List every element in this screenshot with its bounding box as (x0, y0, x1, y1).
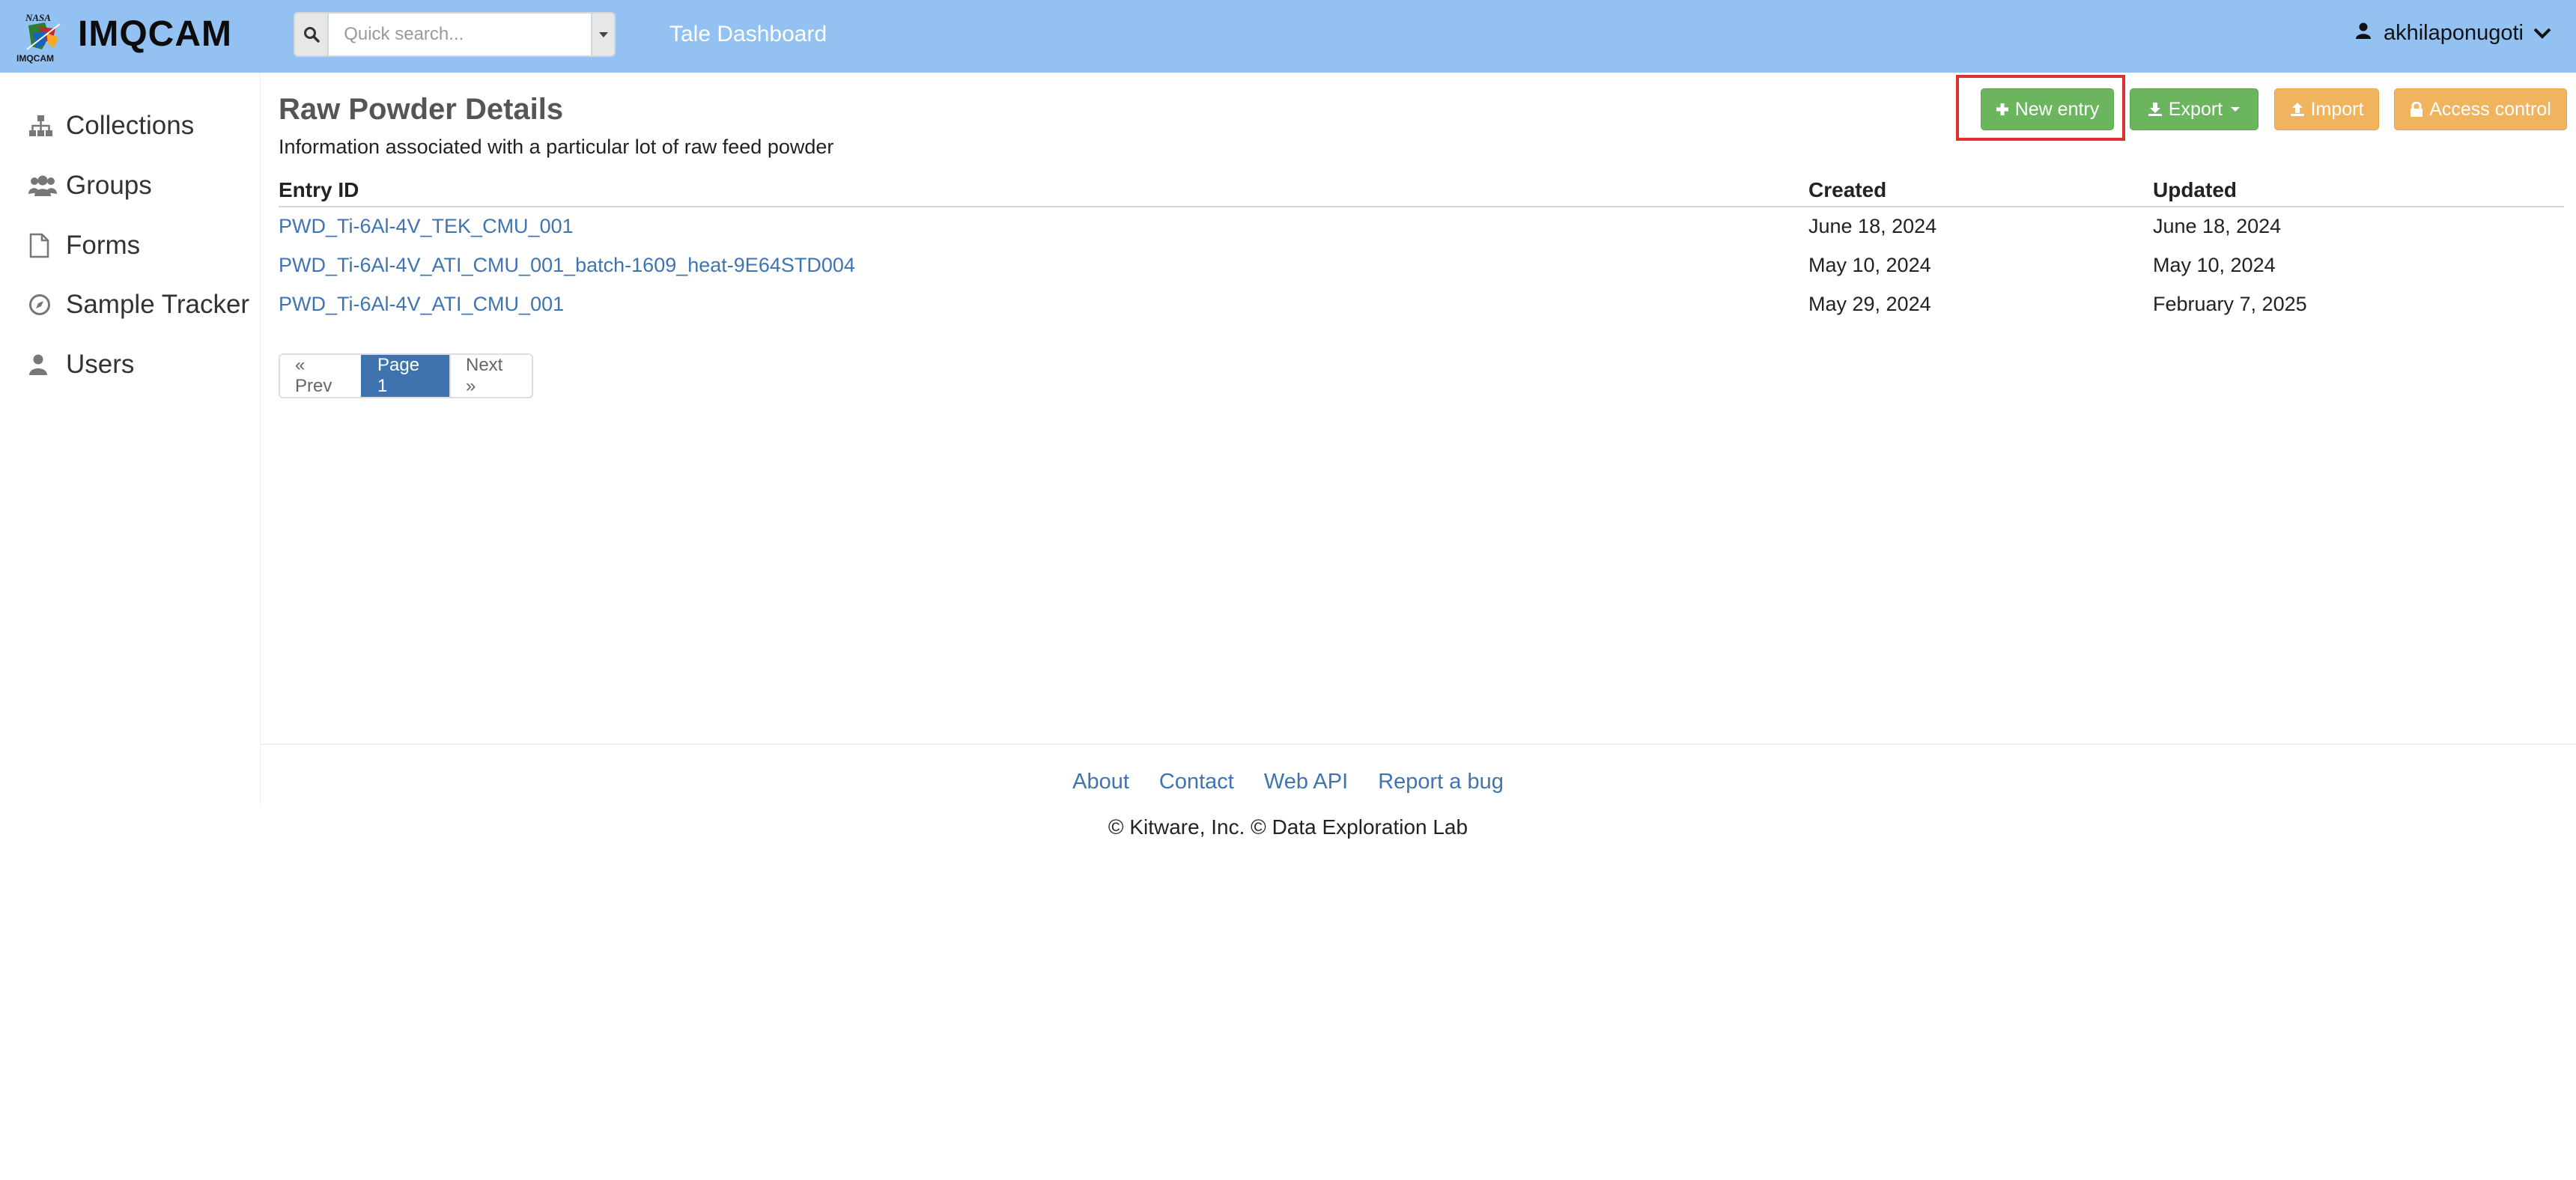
download-icon (2148, 102, 2163, 117)
sidebar-item-label: Forms (66, 231, 141, 260)
updated-date: May 10, 2024 (2153, 254, 2276, 276)
sitemap-icon (28, 115, 58, 137)
search-mode-dropdown[interactable] (591, 13, 614, 55)
compass-icon (28, 294, 58, 316)
entry-id-link[interactable]: PWD_Ti-6Al-4V_ATI_CMU_001_batch-1609_hea… (279, 251, 855, 279)
chevron-down-icon (2533, 18, 2552, 48)
top-navbar: NASA IMQCAM IMQCAM Tale Dashboard (0, 0, 2576, 73)
footer-link-contact[interactable]: Contact (1159, 767, 1234, 797)
page-title: Raw Powder Details (279, 93, 564, 126)
upload-icon (2290, 102, 2305, 117)
new-entry-button[interactable]: New entry (1981, 88, 2114, 130)
updated-date: February 7, 2025 (2153, 293, 2307, 315)
tale-dashboard-link[interactable]: Tale Dashboard (669, 19, 827, 49)
import-button[interactable]: Import (2274, 88, 2379, 130)
sidebar-item-label: Sample Tracker (66, 290, 250, 319)
entry-id-link[interactable]: PWD_Ti-6Al-4V_TEK_CMU_001 (279, 212, 574, 240)
column-header-created[interactable]: Created (1808, 175, 1886, 205)
users-icon (28, 174, 58, 197)
svg-text:IMQCAM: IMQCAM (16, 53, 54, 64)
column-header-updated[interactable]: Updated (2153, 175, 2237, 205)
sidebar-item-label: Users (66, 350, 135, 379)
sidebar-item-sample-tracker[interactable]: Sample Tracker (28, 284, 249, 326)
user-icon (28, 353, 58, 376)
export-label: Export (2168, 98, 2223, 120)
current-page-button[interactable]: Page 1 (361, 355, 449, 397)
footer-divider (261, 743, 2576, 745)
username-label: akhilaponugoti (2383, 21, 2524, 45)
created-date: May 29, 2024 (1808, 293, 1931, 315)
lock-icon (2410, 101, 2423, 118)
search-button[interactable] (295, 13, 329, 55)
created-date: May 10, 2024 (1808, 254, 1931, 276)
sidebar-item-label: Groups (66, 171, 152, 200)
caret-down-icon (598, 32, 608, 37)
prev-page-button[interactable]: « Prev (280, 355, 361, 397)
search-input[interactable] (329, 13, 592, 55)
imqcam-logo-icon[interactable]: NASA IMQCAM (16, 10, 70, 64)
export-button[interactable]: Export (2130, 88, 2258, 130)
sidebar-item-users[interactable]: Users (28, 344, 134, 386)
table-header-divider (279, 206, 2564, 207)
footer-copyright: © Kitware, Inc. © Data Exploration Lab (1108, 815, 1468, 839)
entry-id-link[interactable]: PWD_Ti-6Al-4V_ATI_CMU_001 (279, 290, 564, 318)
footer-links: About Contact Web API Report a bug (0, 767, 2576, 797)
svg-text:NASA: NASA (25, 12, 51, 23)
user-icon (2355, 18, 2372, 48)
file-icon (28, 233, 58, 258)
quick-search (294, 12, 616, 57)
footer-link-web-api[interactable]: Web API (1264, 767, 1348, 797)
plus-icon (1996, 103, 2009, 116)
next-page-button[interactable]: Next » (449, 355, 532, 397)
sidebar-item-forms[interactable]: Forms (28, 225, 140, 267)
pagination: « Prev Page 1 Next » (279, 353, 533, 398)
caret-down-icon (2230, 106, 2241, 112)
new-entry-label: New entry (2014, 98, 2100, 120)
brand-title[interactable]: IMQCAM (78, 12, 232, 57)
sidebar-item-groups[interactable]: Groups (28, 165, 152, 207)
search-icon (303, 27, 320, 43)
access-control-label: Access control (2429, 98, 2551, 120)
page-description: Information associated with a particular… (279, 136, 834, 158)
user-menu[interactable]: akhilaponugoti (2355, 18, 2552, 48)
sidebar-item-label: Collections (66, 111, 195, 140)
created-date: June 18, 2024 (1808, 215, 1937, 237)
footer-link-about[interactable]: About (1072, 767, 1129, 797)
import-label: Import (2310, 98, 2364, 120)
footer-link-report-bug[interactable]: Report a bug (1378, 767, 1504, 797)
access-control-button[interactable]: Access control (2394, 88, 2567, 130)
updated-date: June 18, 2024 (2153, 215, 2282, 237)
sidebar-item-collections[interactable]: Collections (28, 105, 194, 147)
sidebar: Collections Groups Forms Sample Tracker … (0, 73, 261, 806)
column-header-entry-id[interactable]: Entry ID (279, 175, 359, 205)
